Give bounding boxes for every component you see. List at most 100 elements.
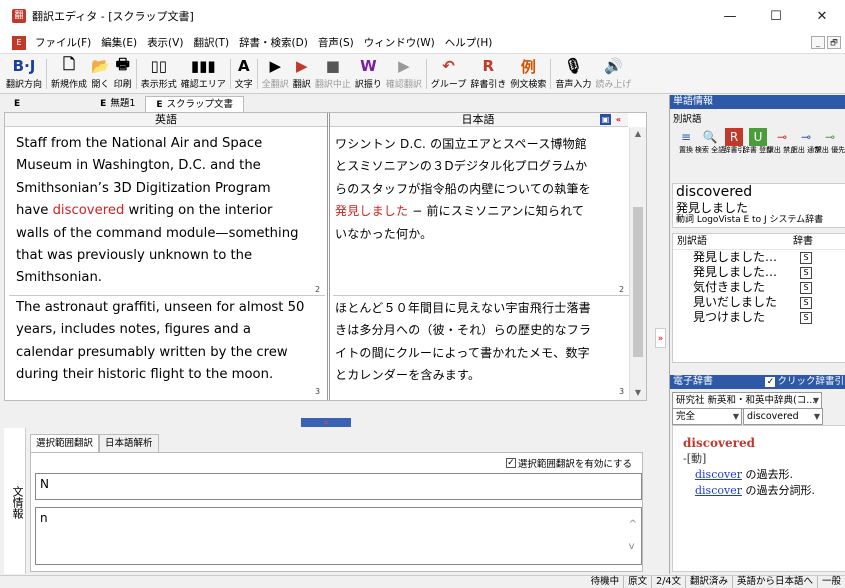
source-text: have: [16, 203, 53, 219]
mdi-minimize-button[interactable]: _: [811, 36, 825, 49]
dictionary-select-value: 研究社 新英和・和英中辞典(コ...: [676, 395, 816, 406]
dictionary-select[interactable]: 研究社 新英和・和英中辞典(コ... ▼: [672, 392, 822, 409]
scroll-thumb[interactable]: [633, 207, 643, 357]
printer-icon: 🖶: [115, 54, 130, 73]
match-mode-select[interactable]: 完全 ▼: [672, 408, 742, 425]
selection-source-field[interactable]: N: [35, 473, 642, 500]
segment-number: 3: [619, 387, 625, 396]
word-info-title: 単語情報: [670, 95, 845, 109]
display-format-button[interactable]: ▯▯ 表示形式: [139, 54, 179, 94]
font-button[interactable]: A 文字: [233, 54, 255, 94]
new-document-button[interactable]: 🗋 新規作成: [49, 54, 89, 94]
collapse-right-panel-icon[interactable]: »: [655, 328, 666, 348]
tab-scrap-document[interactable]: E スクラップ文書: [145, 96, 245, 112]
tb-label: 翻訳方向: [6, 80, 43, 90]
dictionary-lookup-button[interactable]: R 辞書引き: [468, 54, 508, 94]
definition-text: の過去分詞形.: [741, 484, 815, 497]
close-button[interactable]: ✕: [799, 0, 845, 32]
source-line: years, includes notes, figures and a: [16, 322, 251, 338]
mdi-restore-button[interactable]: 🗗: [827, 36, 841, 49]
chevron-down-icon: ▼: [732, 412, 739, 421]
field-scroll-icons[interactable]: ^ v: [629, 514, 637, 558]
document-icon[interactable]: E: [12, 35, 26, 50]
source-segment-2[interactable]: The astronaut graffiti, unseen for almos…: [16, 297, 324, 387]
furigana-button[interactable]: W 訳振り: [353, 54, 384, 94]
dictionary-query-value: discovered: [747, 411, 799, 422]
highlighted-word[interactable]: discovered: [53, 203, 125, 218]
panel-icon[interactable]: ▣: [600, 114, 611, 125]
menu-view[interactable]: 表示(V): [142, 35, 188, 50]
menu-help[interactable]: ヘルプ(H): [440, 35, 498, 50]
expand-down-icon[interactable]: »: [301, 418, 351, 427]
confirm-area-button[interactable]: ▮▮▮ 確認エリア: [179, 54, 228, 94]
menu-file[interactable]: ファイル(F): [30, 35, 96, 50]
maximize-button[interactable]: ☐: [753, 0, 799, 32]
translation-priority-button[interactable]: ⊸ 訳出 優先: [815, 128, 845, 168]
dictionary-icon: R: [725, 128, 743, 146]
tb-label: 開く: [91, 80, 110, 90]
list-item[interactable]: 発見しました… S: [673, 250, 845, 265]
system-dict-icon: S: [800, 297, 812, 309]
definition-pos: -[動]: [683, 452, 707, 465]
list-item[interactable]: 見いだしました S: [673, 295, 845, 310]
search-all-button[interactable]: 🔍 検索 全語: [695, 128, 725, 168]
group-button[interactable]: ↶ グループ: [429, 54, 468, 94]
collapse-left-icon[interactable]: «: [613, 114, 624, 125]
tb-label: 辞書引き: [470, 80, 507, 90]
scroll-up-icon[interactable]: ▲: [630, 127, 646, 141]
stop-translation-button[interactable]: ■ 翻訳中止: [313, 54, 353, 94]
open-button[interactable]: 📂 開く: [89, 54, 112, 94]
menu-voice[interactable]: 音声(S): [313, 35, 359, 50]
checkbox-checked-icon[interactable]: ✓: [505, 458, 516, 468]
tb-label: 文字: [234, 80, 253, 90]
read-aloud-button[interactable]: 🔊 読み上げ: [593, 54, 633, 94]
tab-untitled[interactable]: E 無題1: [90, 96, 145, 112]
translation-direction-button[interactable]: B·J 翻訳方向: [4, 54, 44, 94]
definition-link[interactable]: discover: [695, 484, 742, 497]
target-line: とスミソニアンの３Dデジタル化プログラムか: [335, 159, 588, 174]
tab-selection-translation[interactable]: 選択範囲翻訳: [30, 434, 100, 452]
confirm-translation-button[interactable]: ▶ 確認翻訳: [384, 54, 424, 94]
menu-window[interactable]: ウィンドウ(W): [359, 35, 440, 50]
app-icon: 翻: [12, 9, 26, 23]
scroll-down-icon[interactable]: ▼: [630, 386, 646, 400]
menu-dictionary[interactable]: 辞書・検索(D): [234, 35, 313, 50]
highlighted-translation[interactable]: 発見しました: [335, 204, 408, 218]
pane-splitter[interactable]: »: [4, 412, 647, 427]
target-segment-2[interactable]: ほとんど５０年間目に見えない宇宙飛行士落書 きは多分月への（彼・それ）らの歴史的…: [335, 297, 630, 387]
checkbox-checked-icon[interactable]: ✓: [765, 377, 776, 387]
enable-selection-translation[interactable]: ✓ 選択範囲翻訳を有効にする: [505, 456, 632, 470]
toolbar-separator: [425, 59, 427, 89]
list-header-word: 別訳語: [677, 236, 707, 247]
tab-blank[interactable]: E: [4, 96, 30, 112]
example-search-button[interactable]: 例例文検索: [508, 54, 548, 94]
alternate-translations-label: 別訳語: [673, 114, 702, 125]
bottom-tabs: 選択範囲翻訳 日本語解析: [30, 434, 159, 452]
list-item[interactable]: 見つけました S: [673, 310, 845, 325]
source-segment-1[interactable]: Staff from the National Air and Space Mu…: [16, 133, 324, 290]
editor-scrollbar[interactable]: ▲ ▼: [629, 127, 646, 400]
click-lookup-checkbox[interactable]: ✓ クリック辞書引: [765, 375, 845, 389]
toolbar: B·J 翻訳方向 🗋 新規作成 📂 開く 🖶 印刷 ▯▯ 表示形式 ▮▮▮ 確認エリア A文…: [0, 54, 845, 94]
menu-translate[interactable]: 翻訳(T): [188, 35, 234, 50]
microphone-icon: 🎙: [563, 57, 583, 75]
tab-japanese-analysis[interactable]: 日本語解析: [99, 434, 159, 452]
dictionary-query-input[interactable]: discovered ▼: [743, 408, 823, 425]
translation-editor[interactable]: 英語 日本語 ▣ « Staff from the National Air a…: [4, 112, 647, 401]
status-source: 原文: [623, 576, 651, 588]
definition-link[interactable]: discover: [695, 468, 742, 481]
voice-input-button[interactable]: 🎙 音声入力: [553, 54, 593, 94]
status-field: 一般: [816, 576, 845, 588]
list-item[interactable]: 発見しました… S: [673, 265, 845, 280]
translate-all-button[interactable]: ▶ 全翻訳: [260, 54, 291, 94]
translate-button[interactable]: ▶ 翻訳: [291, 54, 313, 94]
list-item[interactable]: 気付きました S: [673, 280, 845, 295]
print-button[interactable]: 🖶 印刷: [112, 54, 134, 94]
target-segment-1[interactable]: ワシントン D.C. の国立エアとスペース博物館 とスミソニアンの３Dデジタル化…: [335, 133, 630, 245]
selection-result-field[interactable]: n ^ v: [35, 507, 642, 565]
minimize-button[interactable]: —: [707, 0, 753, 32]
menu-edit[interactable]: 編集(E): [96, 35, 142, 50]
column-divider[interactable]: [327, 113, 330, 400]
selected-word-translation: 発見しました: [676, 201, 749, 215]
japanese-column-header: 日本語: [328, 113, 628, 127]
